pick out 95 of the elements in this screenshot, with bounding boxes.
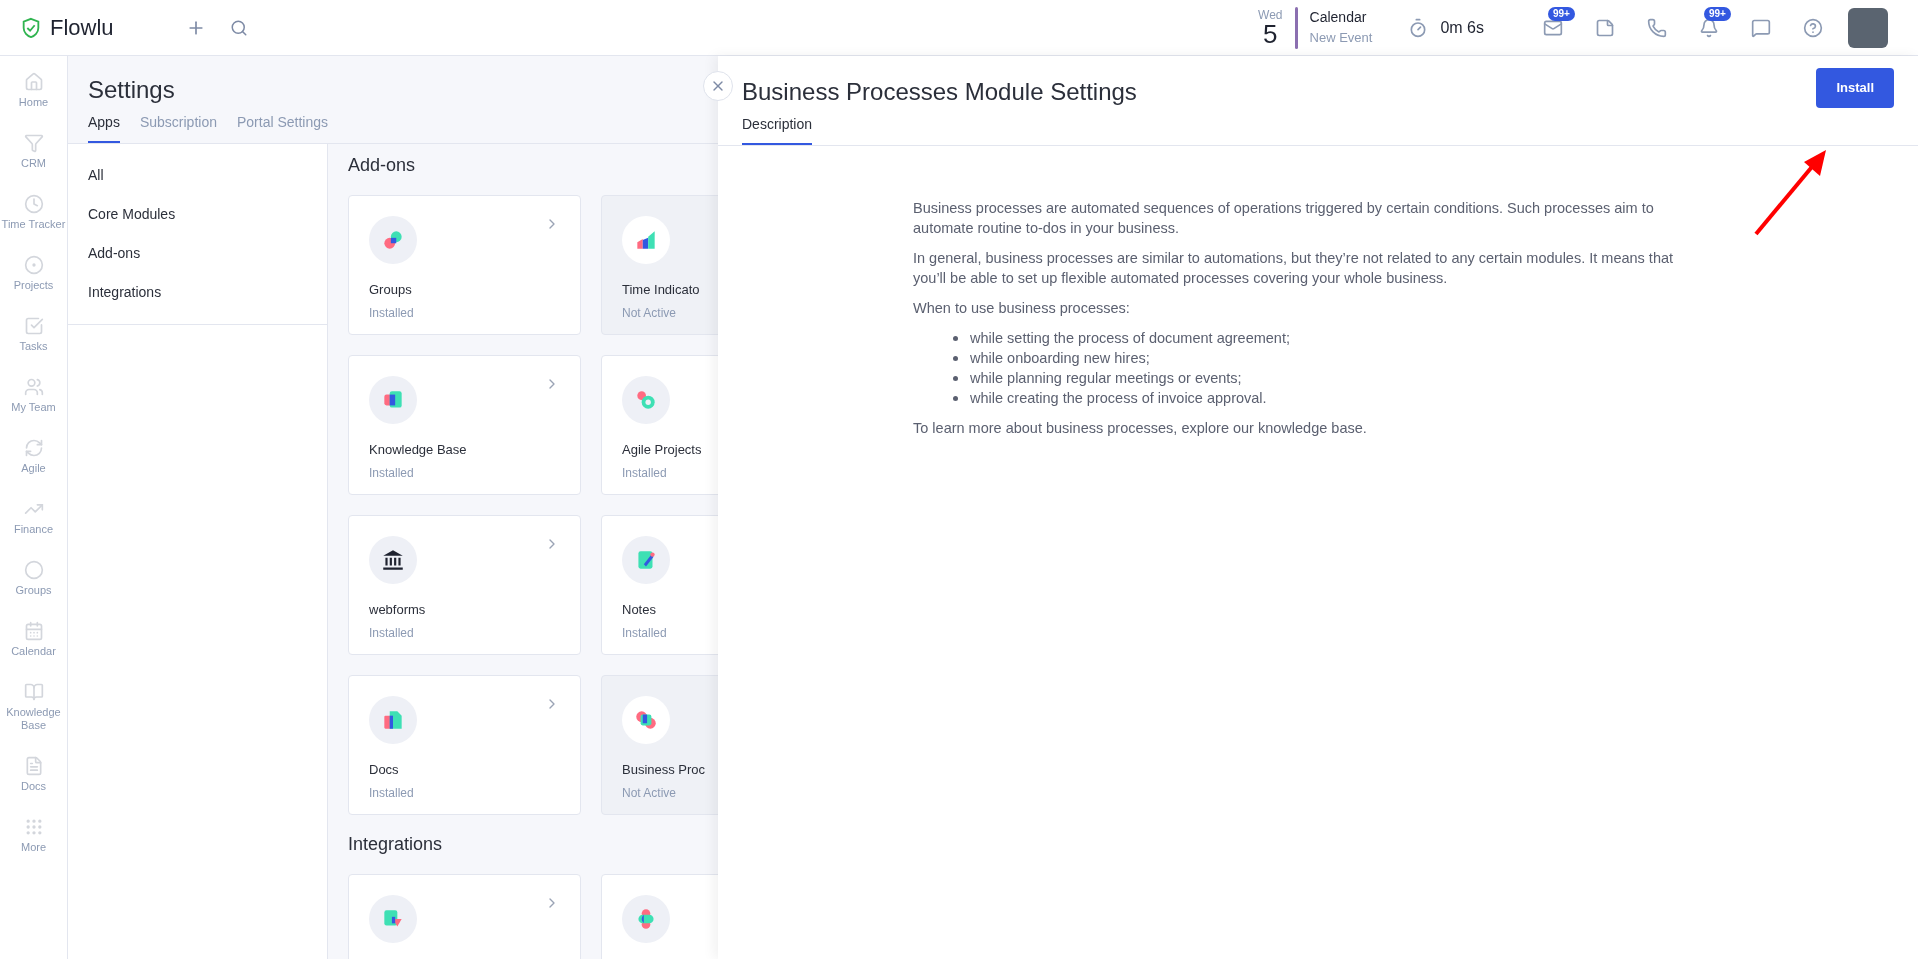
nav-label[interactable]: Home <box>18 96 49 109</box>
filter-link[interactable]: All <box>68 156 327 195</box>
notes-icon[interactable] <box>1595 17 1615 38</box>
bullet-icon <box>953 335 958 341</box>
module-icon[interactable] <box>23 560 44 580</box>
module-icon[interactable] <box>23 72 44 92</box>
app-status: Installed <box>369 304 415 322</box>
app-card[interactable]: Knowledge Base Installed <box>348 355 581 495</box>
app-logo-icon <box>369 536 417 584</box>
nav-label[interactable]: CRM <box>20 157 47 170</box>
module-icon[interactable] <box>23 377 44 397</box>
new-event-link[interactable]: New Event <box>1309 28 1373 48</box>
bullet-icon <box>953 355 958 361</box>
avatar-placeholder[interactable] <box>1848 7 1888 48</box>
bell-icon[interactable] <box>1699 17 1719 38</box>
nav-label[interactable]: Knowledge Base <box>1 706 66 732</box>
app-card[interactable]: Groups Installed <box>348 195 581 335</box>
timer-reading: 0m 6s <box>1440 17 1484 38</box>
nav-label[interactable]: Calendar <box>11 645 56 658</box>
description-paragraph: When to use business processes: <box>913 299 1131 318</box>
nav-label[interactable]: Agile <box>21 462 46 475</box>
nav-label[interactable]: Time Tracker <box>1 218 66 231</box>
nav-label[interactable]: Projects <box>13 279 54 292</box>
install-button[interactable]: Install <box>1816 68 1894 108</box>
description-paragraph: In general, business processes are similar to automations, but they’re not related to any certain modules. It means that you’ll be able to set up flexible automated processes covering your whole business. <box>913 249 1675 288</box>
module-icon[interactable] <box>23 194 44 214</box>
app-card[interactable]: webforms Installed <box>348 515 581 655</box>
nav-label[interactable]: Finance <box>13 523 54 536</box>
app-name: Docs <box>369 761 400 779</box>
filter-link[interactable]: Integrations <box>68 273 327 312</box>
search-icon[interactable] <box>229 18 248 37</box>
nav-label[interactable]: Tasks <box>19 340 48 353</box>
app-status: Installed <box>369 784 415 802</box>
app-card[interactable]: Agile Projects Installed <box>601 355 718 495</box>
app-card[interactable]: Notes Installed <box>601 515 718 655</box>
module-icon[interactable] <box>23 255 44 275</box>
app-logo-icon <box>622 536 670 584</box>
app-logo-icon <box>622 895 670 943</box>
app-card[interactable]: Time Indicato Not Active <box>601 195 718 335</box>
app-logo-icon <box>369 696 417 744</box>
app-status: Installed <box>622 624 668 642</box>
module-icon[interactable] <box>23 682 44 702</box>
app-status: Installed <box>369 624 415 642</box>
app-status: Not Active <box>622 304 678 322</box>
day-number: 5 <box>1263 20 1278 47</box>
app-name: webforms <box>369 601 427 619</box>
app-name: Agile Projects <box>622 441 703 459</box>
count-badge: 99+ <box>1704 6 1731 21</box>
help-icon[interactable] <box>1803 17 1823 38</box>
count-badge: 99+ <box>1548 6 1575 21</box>
nav-label[interactable]: My Team <box>11 401 56 414</box>
filter-link[interactable]: Add-ons <box>68 234 327 273</box>
description-paragraph: To learn more about business processes, explore our knowledge base. <box>913 419 1368 438</box>
app-status: Not Active <box>622 784 678 802</box>
page-title: Settings <box>88 75 176 105</box>
nav-label[interactable]: Groups <box>15 584 52 597</box>
phone-icon[interactable] <box>1647 17 1667 38</box>
app-status: Installed <box>622 464 668 482</box>
app-logo-icon <box>622 696 670 744</box>
app-name: Time Indicato <box>622 281 701 299</box>
app-logo-icon <box>369 895 417 943</box>
module-icon[interactable] <box>23 133 44 153</box>
bullet-icon <box>953 375 958 381</box>
app-name: Knowledge Base <box>369 441 468 459</box>
list-item: while creating the process of invoice approval. <box>970 389 1267 408</box>
app-name: Groups <box>369 281 413 299</box>
logo-check-icon <box>20 16 42 39</box>
app-logo-icon <box>369 376 417 424</box>
app-logo-icon <box>622 216 670 264</box>
app-card[interactable]: Business Proc Not Active <box>601 675 718 815</box>
filter-link[interactable]: Core Modules <box>68 195 327 234</box>
app-name: Notes <box>622 601 657 619</box>
module-icon[interactable] <box>23 438 44 458</box>
drawer-tab[interactable]: Description <box>742 114 813 145</box>
bullet-icon <box>953 395 958 401</box>
module-icon[interactable] <box>23 316 44 336</box>
nav-label[interactable]: Docs <box>20 780 47 793</box>
app-name: Business Proc <box>622 761 707 779</box>
app-logo-icon <box>369 216 417 264</box>
drawer-title: Business Processes Module Settings <box>742 77 1138 107</box>
nav-label[interactable]: More <box>20 841 47 854</box>
description-paragraph: Business processes are automated sequences of operations triggered by certain conditions. Such processes aim to automate routine to-dos in your business. <box>913 199 1655 238</box>
section-heading: Add-ons <box>348 154 417 177</box>
logo-text: Flowlu <box>50 14 114 42</box>
app-card[interactable]: Docs Installed <box>348 675 581 815</box>
module-icon[interactable] <box>23 621 44 641</box>
app-status: Installed <box>369 464 415 482</box>
list-item: while planning regular meetings or events; <box>970 369 1242 388</box>
section-heading: Integrations <box>348 833 444 856</box>
chat-icon[interactable] <box>1751 17 1771 38</box>
list-item: while onboarding new hires; <box>970 349 1150 368</box>
calendar-link[interactable]: Calendar <box>1309 7 1373 29</box>
weekday-label: Wed <box>1258 8 1283 21</box>
list-item: while setting the process of document agreement; <box>970 329 1290 348</box>
app-logo-icon <box>622 376 670 424</box>
